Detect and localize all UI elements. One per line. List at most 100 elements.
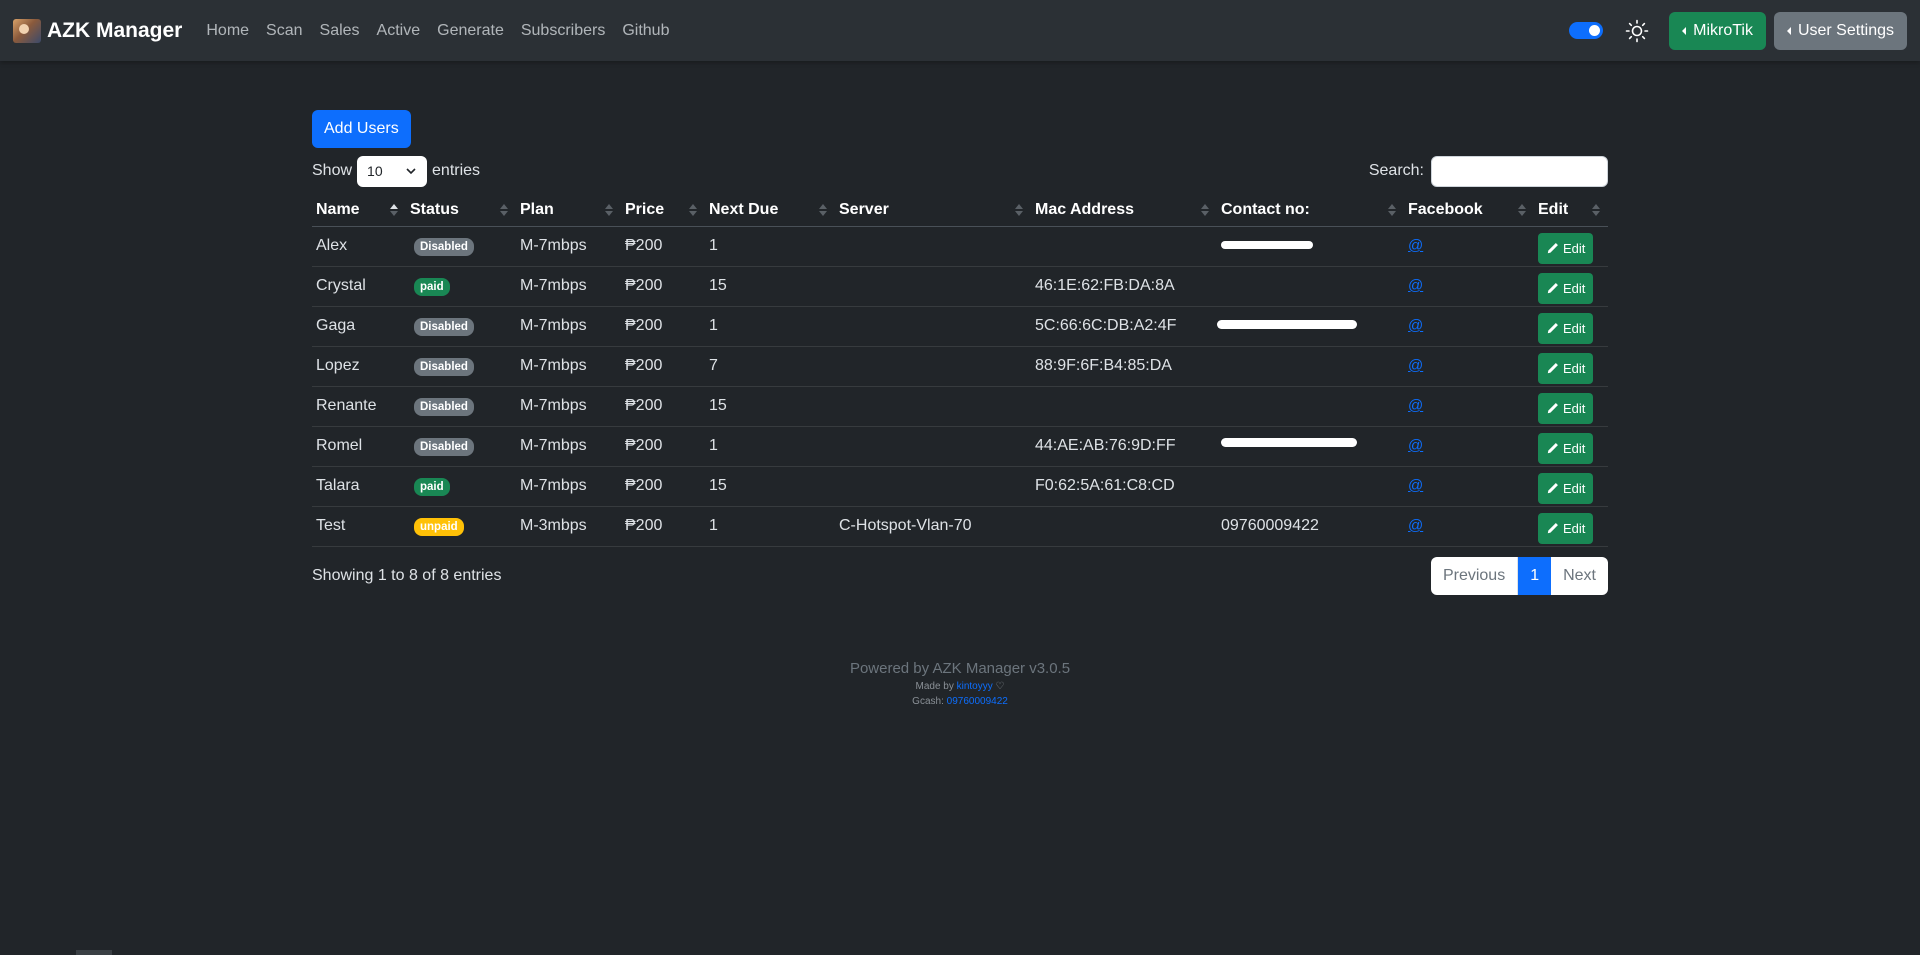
edit-button[interactable]: Edit bbox=[1538, 432, 1594, 464]
cell-name: Renante bbox=[312, 386, 406, 427]
theme-toggle-switch[interactable] bbox=[1569, 22, 1604, 39]
table-row: Gaga Disabled M-7mbps ₱200 1 5C:66:6C:DB… bbox=[312, 306, 1608, 347]
brand[interactable]: AZK Manager bbox=[13, 18, 182, 43]
column-header-status[interactable]: Status bbox=[406, 194, 516, 227]
nav-sales[interactable]: Sales bbox=[320, 22, 360, 40]
column-header-price[interactable]: Price bbox=[621, 194, 705, 227]
navbar: AZK Manager Home Scan Sales Active Gener… bbox=[0, 0, 1920, 61]
cell-plan: M-3mbps bbox=[516, 506, 621, 547]
cell-price: ₱200 bbox=[621, 506, 705, 547]
cell-contact: 09760009422 bbox=[1217, 506, 1404, 547]
search-input[interactable] bbox=[1431, 155, 1608, 187]
status-badge: paid bbox=[414, 477, 450, 496]
cell-plan: M-7mbps bbox=[516, 226, 621, 267]
cell-plan: M-7mbps bbox=[516, 346, 621, 387]
facebook-link[interactable]: @ bbox=[1408, 397, 1423, 414]
cell-price: ₱200 bbox=[621, 306, 705, 347]
bottom-edge-tab bbox=[76, 950, 112, 955]
table-row: Romel Disabled M-7mbps ₱200 1 44:AE:AB:7… bbox=[312, 426, 1608, 467]
facebook-link[interactable]: @ bbox=[1408, 437, 1423, 454]
column-header-contact[interactable]: Contact no: bbox=[1217, 194, 1404, 227]
cell-server bbox=[835, 426, 1031, 467]
column-header-server[interactable]: Server bbox=[835, 194, 1031, 227]
column-header-mac-address[interactable]: Mac Address bbox=[1031, 194, 1217, 227]
cell-contact bbox=[1217, 466, 1404, 507]
cell-name: Lopez bbox=[312, 346, 406, 387]
column-header-edit[interactable]: Edit bbox=[1534, 194, 1608, 227]
cell-server bbox=[835, 226, 1031, 267]
status-badge: Disabled bbox=[414, 317, 474, 336]
cell-plan: M-7mbps bbox=[516, 386, 621, 427]
user-settings-button[interactable]: User Settings bbox=[1773, 11, 1907, 50]
entries-length-control: Show 10 entries bbox=[312, 155, 480, 187]
column-header-name[interactable]: Name bbox=[312, 194, 406, 227]
cell-next-due: 1 bbox=[705, 226, 835, 267]
edit-button[interactable]: Edit bbox=[1538, 272, 1594, 304]
nav-github[interactable]: Github bbox=[622, 22, 669, 40]
add-users-button[interactable]: Add Users bbox=[312, 110, 411, 148]
facebook-link[interactable]: @ bbox=[1408, 517, 1423, 534]
edit-button[interactable]: Edit bbox=[1538, 312, 1594, 344]
search-control: Search: bbox=[1369, 155, 1608, 187]
cell-next-due: 15 bbox=[705, 466, 835, 507]
cell-price: ₱200 bbox=[621, 346, 705, 387]
sort-icon bbox=[1518, 204, 1526, 216]
edit-button[interactable]: Edit bbox=[1538, 352, 1594, 384]
pencil-icon bbox=[1547, 442, 1558, 453]
cell-mac bbox=[1031, 506, 1217, 547]
cell-plan: M-7mbps bbox=[516, 306, 621, 347]
cell-contact bbox=[1217, 266, 1404, 307]
cell-mac bbox=[1031, 386, 1217, 427]
cell-next-due: 15 bbox=[705, 386, 835, 427]
cell-name: Alex bbox=[312, 226, 406, 267]
powered-by-text: Powered by AZK Manager v3.0.5 bbox=[849, 660, 1071, 677]
heart-icon: ♡ bbox=[995, 681, 1005, 692]
facebook-link[interactable]: @ bbox=[1408, 357, 1423, 374]
facebook-link[interactable]: @ bbox=[1408, 277, 1423, 294]
column-header-facebook[interactable]: Facebook bbox=[1404, 194, 1534, 227]
edit-button[interactable]: Edit bbox=[1538, 512, 1594, 544]
page-1-button[interactable]: 1 bbox=[1518, 556, 1552, 595]
edit-button[interactable]: Edit bbox=[1538, 392, 1594, 424]
sort-icon bbox=[605, 204, 613, 216]
table-row: Talara paid M-7mbps ₱200 15 F0:62:5A:61:… bbox=[312, 466, 1608, 507]
table-row: Renante Disabled M-7mbps ₱200 15 @ Edit bbox=[312, 386, 1608, 427]
table-info: Showing 1 to 8 of 8 entries bbox=[312, 566, 502, 584]
sort-icon bbox=[500, 204, 508, 216]
column-header-next-due[interactable]: Next Due bbox=[705, 194, 835, 227]
cell-name: Talara bbox=[312, 466, 406, 507]
cell-plan: M-7mbps bbox=[516, 466, 621, 507]
facebook-link[interactable]: @ bbox=[1408, 477, 1423, 494]
facebook-link[interactable]: @ bbox=[1408, 317, 1423, 334]
made-by-link[interactable]: kintoyyy bbox=[957, 681, 993, 692]
nav-scan[interactable]: Scan bbox=[266, 22, 302, 40]
sun-icon[interactable] bbox=[1625, 19, 1649, 43]
cell-name: Romel bbox=[312, 426, 406, 467]
next-page-button[interactable]: Next bbox=[1551, 556, 1608, 595]
cell-server bbox=[835, 306, 1031, 347]
entries-select[interactable]: 10 bbox=[357, 155, 428, 187]
credits-footer: Powered by AZK Manager v3.0.5 Made by ki… bbox=[0, 660, 1920, 707]
mikrotik-button[interactable]: MikroTik bbox=[1669, 11, 1766, 50]
cell-next-due: 1 bbox=[705, 426, 835, 467]
facebook-link[interactable]: @ bbox=[1408, 237, 1423, 254]
nav-subscribers[interactable]: Subscribers bbox=[521, 22, 605, 40]
nav-home[interactable]: Home bbox=[206, 22, 249, 40]
status-badge: Disabled bbox=[414, 357, 474, 376]
column-header-plan[interactable]: Plan bbox=[516, 194, 621, 227]
cell-name: Crystal bbox=[312, 266, 406, 307]
made-by-line: Made by kintoyyy ♡ bbox=[0, 681, 1920, 692]
cell-name: Test bbox=[312, 506, 406, 547]
cell-next-due: 1 bbox=[705, 506, 835, 547]
caret-left-icon bbox=[1786, 26, 1791, 35]
previous-page-button[interactable]: Previous bbox=[1430, 556, 1519, 595]
edit-button[interactable]: Edit bbox=[1538, 232, 1594, 264]
cell-server bbox=[835, 266, 1031, 307]
gcash-link[interactable]: 09760009422 bbox=[947, 696, 1008, 707]
nav-active[interactable]: Active bbox=[377, 22, 421, 40]
cell-mac: 5C:66:6C:DB:A2:4F bbox=[1031, 306, 1217, 347]
edit-button[interactable]: Edit bbox=[1538, 472, 1594, 504]
users-table: Name Status Plan Price Next Due Server M… bbox=[312, 194, 1608, 547]
nav-generate[interactable]: Generate bbox=[437, 22, 504, 40]
table-controls: Show 10 entries Search: bbox=[312, 155, 1608, 187]
